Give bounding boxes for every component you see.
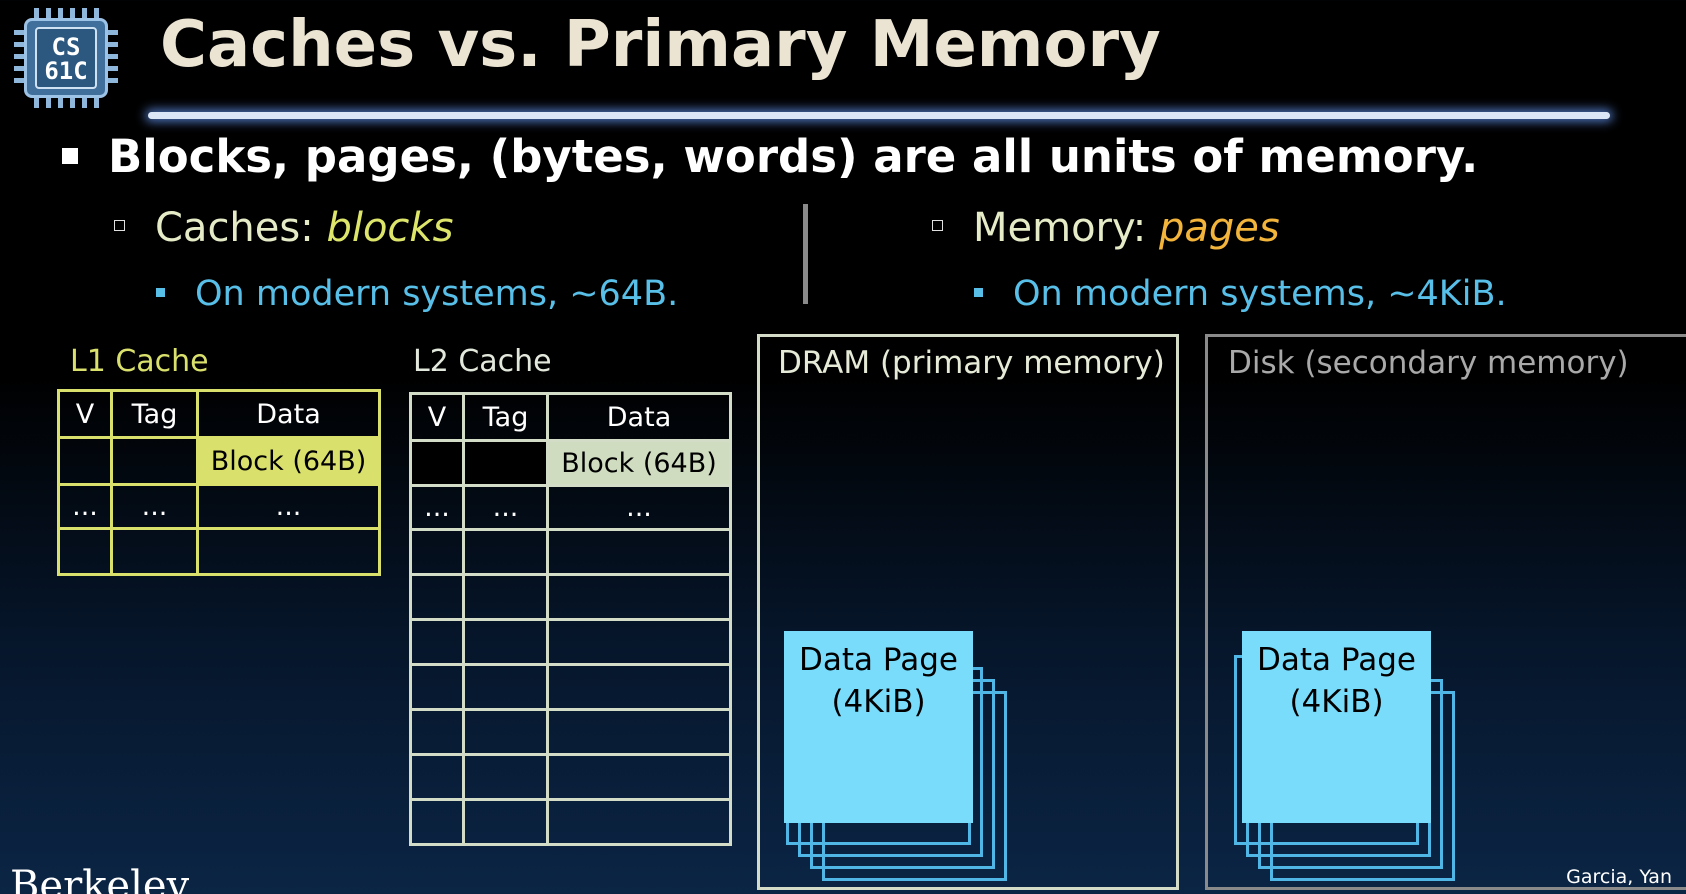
disk-data-page: Data Page (4KiB) xyxy=(1242,631,1431,823)
column-divider xyxy=(803,204,808,304)
l2-cache-caption: L2 Cache xyxy=(413,344,552,379)
filled-square-icon xyxy=(974,288,983,297)
l2-cell xyxy=(462,798,549,846)
l2-cell xyxy=(546,753,732,801)
l2-cell xyxy=(546,663,732,711)
hollow-square-icon xyxy=(114,220,125,231)
main-bullet-text: Blocks, pages, (bytes, words) are all un… xyxy=(108,130,1479,183)
l2-cell xyxy=(546,528,732,576)
l1-cell xyxy=(57,527,113,576)
memory-sub-bullet: On modern systems, ~4KiB. xyxy=(974,274,1507,314)
l2-cell xyxy=(462,663,549,711)
l1-header-data: Data xyxy=(196,389,381,439)
memory-sub-text: On modern systems, ~4KiB. xyxy=(1013,274,1507,314)
l1-header-v: V xyxy=(57,389,113,439)
l2-cell xyxy=(462,753,549,801)
l2-cell xyxy=(409,618,465,666)
bullet-square-icon xyxy=(62,148,78,164)
l2-header-data: Data xyxy=(546,392,732,442)
l2-cell xyxy=(546,618,732,666)
l2-cell xyxy=(409,573,465,621)
logo-line-1: CS xyxy=(51,33,81,61)
l2-cell xyxy=(409,708,465,756)
l2-cell xyxy=(546,708,732,756)
l1-ellipsis-cell: ... xyxy=(110,483,199,530)
l2-cell xyxy=(462,573,549,621)
memory-emphasis: pages xyxy=(1158,205,1280,251)
l2-ellipsis-cell: ... xyxy=(546,484,732,531)
caches-emphasis: blocks xyxy=(326,205,454,251)
caches-label: Caches: xyxy=(155,205,314,251)
l2-ellipsis-cell: ... xyxy=(409,484,465,531)
l1-cell xyxy=(110,527,199,576)
logo-chip: CS 61C xyxy=(24,18,108,98)
l2-cell xyxy=(409,439,465,487)
caches-bullet: Caches: blocks xyxy=(114,205,453,251)
logo-text: CS 61C xyxy=(35,27,97,89)
logo-line-2: 61C xyxy=(44,57,88,85)
l1-ellipsis-cell: ... xyxy=(57,483,113,530)
l1-cache-caption: L1 Cache xyxy=(70,344,209,379)
l1-cell xyxy=(57,436,113,486)
filled-square-icon xyxy=(156,288,165,297)
memory-label: Memory: xyxy=(973,205,1147,251)
l2-block-cell: Block (64B) xyxy=(546,439,732,487)
author-credit: Garcia, Yan xyxy=(1566,866,1672,888)
l1-cache-table: V Tag Data Block (64B) ... ... ... xyxy=(57,389,381,576)
l1-block-cell: Block (64B) xyxy=(196,436,381,486)
l2-header-tag: Tag xyxy=(462,392,549,442)
l2-cache-table: V Tag Data Block (64B) ... ... ... xyxy=(409,392,732,846)
hollow-square-icon xyxy=(932,220,943,231)
l2-ellipsis-cell: ... xyxy=(462,484,549,531)
l2-cell xyxy=(462,618,549,666)
l2-cell xyxy=(409,663,465,711)
l2-cell xyxy=(462,439,549,487)
title-underline xyxy=(148,112,1610,119)
l1-ellipsis-cell: ... xyxy=(196,483,381,530)
dram-box: DRAM (primary memory) Data Page (4KiB) xyxy=(757,334,1179,890)
memory-bullet: Memory: pages xyxy=(932,205,1280,251)
l1-cell xyxy=(110,436,199,486)
l2-header-v: V xyxy=(409,392,465,442)
caches-sub-text: On modern systems, ~64B. xyxy=(195,274,679,314)
l2-cell xyxy=(546,798,732,846)
berkeley-wordmark: Berkeley xyxy=(10,866,190,894)
l2-cell xyxy=(546,573,732,621)
l2-cell xyxy=(409,528,465,576)
l2-cell xyxy=(409,798,465,846)
l2-cell xyxy=(409,753,465,801)
l2-cell xyxy=(462,528,549,576)
l2-cell xyxy=(462,708,549,756)
dram-data-page: Data Page (4KiB) xyxy=(784,631,973,823)
l1-header-tag: Tag xyxy=(110,389,199,439)
disk-label: Disk (secondary memory) xyxy=(1228,345,1629,381)
dram-label: DRAM (primary memory) xyxy=(778,345,1165,381)
cs61c-logo: CS 61C xyxy=(10,6,122,108)
l1-cell xyxy=(196,527,381,576)
main-bullet: Blocks, pages, (bytes, words) are all un… xyxy=(62,130,1478,183)
caches-sub-bullet: On modern systems, ~64B. xyxy=(156,274,678,314)
slide-title: Caches vs. Primary Memory xyxy=(160,8,1161,82)
disk-box: Disk (secondary memory) Data Page (4KiB) xyxy=(1205,334,1686,890)
